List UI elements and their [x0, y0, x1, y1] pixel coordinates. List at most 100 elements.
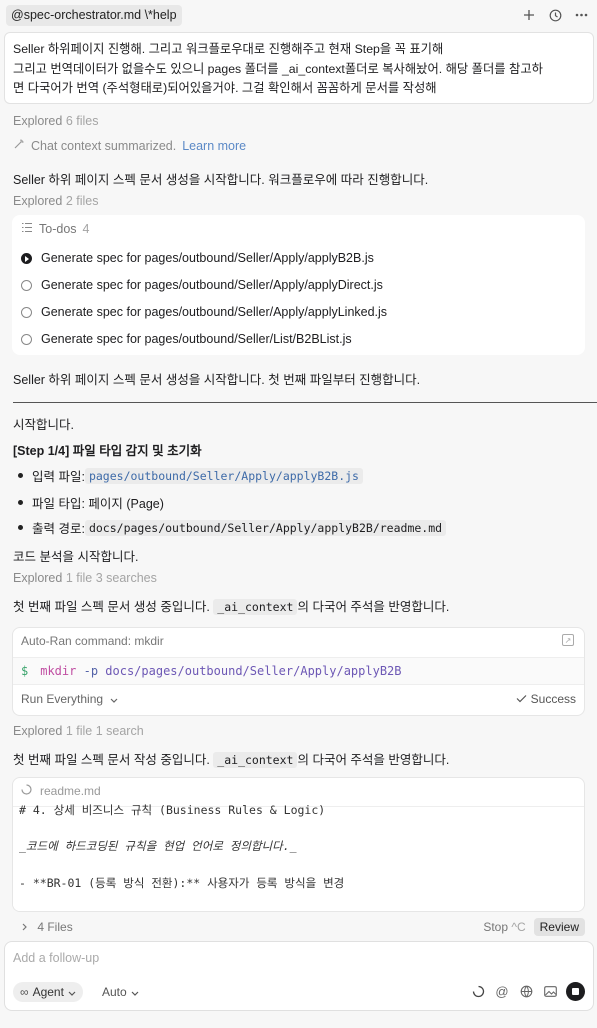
chat-tab-title[interactable]: @spec-orchestrator.md \*help	[6, 5, 182, 26]
todo-header[interactable]: To-dos 4	[21, 222, 89, 236]
inline-code: docs/pages/outbound/Seller/Apply/applyB2…	[84, 519, 447, 536]
message-text: 첫 번째 파일 스펙 문서 작성 중입니다.	[13, 753, 210, 767]
prompt-symbol: $	[21, 664, 29, 678]
inline-code: _ai_context	[213, 599, 298, 615]
explored-detail: 2 files	[65, 194, 99, 208]
stop-label: Stop	[483, 920, 508, 934]
globe-icon[interactable]	[518, 984, 534, 1000]
plus-icon[interactable]	[521, 6, 537, 24]
checklist-icon	[21, 222, 33, 236]
command-status: Success	[516, 692, 576, 706]
context-summary-notice: Chat context summarized. Learn more	[13, 138, 246, 153]
code-line: - **BR-01 (등록 방식 전환):** 사용자가 등록 방식을 변경	[19, 876, 345, 890]
assistant-message: 첫 번째 파일 스펙 문서 작성 중입니다. _ai_context 의 다국어 …	[13, 749, 449, 768]
command-line: $ mkdir -p docs/pages/outbound/Seller/Ap…	[13, 657, 584, 685]
step-heading: [Step 1/4] 파일 타입 감지 및 초기화	[13, 444, 202, 458]
loading-spinner-icon	[21, 784, 32, 798]
user-message-line: Seller 하위페이지 진행해. 그리고 워크플로우대로 진행해주고 현재 S…	[13, 42, 444, 56]
explored-summary[interactable]: Explored 2 files	[13, 194, 98, 208]
bullet-item: 출력 경로: docs/pages/outbound/Seller/Apply/…	[18, 518, 447, 537]
chevron-down-icon	[110, 692, 118, 706]
user-message-line: 그리고 번역데이터가 없을수도 있으니 pages 폴더를 _ai_contex…	[13, 61, 543, 76]
stop-shortcut: ^C	[511, 920, 526, 934]
agent-mode-selector[interactable]: ∞ Agent	[13, 982, 83, 1002]
user-message-line: 면 다국어가 번역 (주석형태로)되어있을거야. 그걸 확인해서 꼼꼼하게 문서…	[13, 81, 437, 95]
stop-generation-button[interactable]	[566, 982, 585, 1001]
explored-detail: 1 file 3 searches	[65, 571, 157, 585]
agent-label: Agent	[32, 985, 64, 999]
model-selector[interactable]: Auto	[102, 982, 139, 1002]
message-text: 첫 번째 파일 스펙 문서 생성 중입니다.	[13, 600, 210, 614]
todo-item[interactable]: Generate spec for pages/outbound/Seller/…	[21, 251, 374, 265]
run-mode-dropdown[interactable]: Run Everything	[21, 692, 118, 706]
todo-item[interactable]: Generate spec for pages/outbound/Seller/…	[21, 278, 383, 292]
todo-label: Generate spec for pages/outbound/Seller/…	[41, 251, 374, 265]
bullet-label: 출력 경로:	[32, 522, 85, 536]
explored-summary[interactable]: Explored 1 file 1 search	[13, 724, 144, 738]
files-toggle[interactable]: 4 Files	[22, 920, 73, 934]
mention-icon[interactable]: @	[494, 984, 510, 1000]
explored-detail: 1 file 1 search	[65, 724, 144, 738]
top-icons	[521, 6, 589, 24]
todo-title: To-dos	[39, 222, 77, 236]
chevron-right-icon	[22, 920, 31, 934]
bullet-item: 파일 타입: 페이지 (Page)	[18, 493, 164, 512]
open-external-icon[interactable]: ↗	[562, 634, 574, 646]
explored-summary[interactable]: Explored 6 files	[13, 114, 98, 128]
in-progress-icon	[21, 252, 32, 264]
inline-code: pages/outbound/Seller/Apply/applyB2B.js	[84, 467, 363, 484]
files-actions: Stop ^C Review	[483, 918, 585, 936]
command-path: docs/pages/outbound/Seller/Apply/applyB2…	[105, 664, 402, 678]
command-header: Auto-Ran command: mkdir	[21, 634, 164, 648]
divider	[13, 402, 597, 403]
bullet-label: 파일 타입: 페이지 (Page)	[32, 497, 164, 511]
pending-circle-icon	[21, 333, 32, 345]
bullet-label: 입력 파일:	[32, 470, 85, 484]
command-flag: -p	[83, 664, 99, 678]
status-strip	[0, 1019, 597, 1028]
explored-label: Explored	[13, 724, 63, 738]
check-icon	[516, 692, 530, 706]
message-text: 의 다국어 주석을 반영합니다.	[297, 600, 450, 614]
status-text: Success	[530, 692, 576, 706]
stop-button[interactable]: Stop ^C	[483, 920, 525, 934]
todo-item[interactable]: Generate spec for pages/outbound/Seller/…	[21, 305, 387, 319]
composer-actions: @	[470, 982, 585, 1001]
inline-code: _ai_context	[213, 752, 298, 768]
todo-item[interactable]: Generate spec for pages/outbound/Seller/…	[21, 332, 352, 346]
pending-circle-icon	[21, 306, 32, 318]
image-icon[interactable]	[542, 984, 558, 1000]
files-count: 4 Files	[37, 920, 73, 934]
file-header: readme.md	[21, 784, 101, 798]
file-preview: # 4. 상세 비즈니스 규칙 (Business Rules & Logic)…	[13, 803, 584, 911]
composer: Add a follow-up ∞ Agent Auto @	[4, 941, 594, 1011]
pending-circle-icon	[21, 279, 32, 291]
file-edit-card[interactable]: readme.md # 4. 상세 비즈니스 규칙 (Business Rule…	[12, 777, 585, 912]
explored-summary[interactable]: Explored 1 file 3 searches	[13, 571, 157, 585]
history-icon[interactable]	[547, 6, 563, 24]
learn-more-link[interactable]: Learn more	[182, 139, 246, 153]
files-bar: 4 Files Stop ^C Review	[12, 916, 585, 938]
command-name: mkdir	[40, 664, 77, 678]
run-mode-label: Run Everything	[21, 692, 104, 706]
assistant-message: 첫 번째 파일 스펙 문서 생성 중입니다. _ai_context 의 다국어 …	[13, 596, 449, 615]
follow-up-input[interactable]: Add a follow-up	[13, 951, 99, 965]
file-name: readme.md	[40, 784, 101, 798]
review-button[interactable]: Review	[533, 918, 585, 936]
message-text: 의 다국어 주석을 반영합니다.	[297, 753, 450, 767]
chevron-down-icon	[131, 985, 139, 999]
assistant-message: Seller 하위 페이지 스펙 문서 생성을 시작합니다. 워크플로우에 따라…	[13, 173, 429, 187]
chevron-down-icon	[68, 985, 76, 999]
user-message[interactable]: Seller 하위페이지 진행해. 그리고 워크플로우대로 진행해주고 현재 S…	[4, 32, 594, 104]
assistant-message: 코드 분석을 시작합니다.	[13, 550, 139, 564]
code-line: _코드에 하드코딩된 규칙을 현업 언어로 정의합니다._	[19, 839, 297, 853]
command-card: Auto-Ran command: mkdir ↗ $ mkdir -p doc…	[12, 627, 585, 716]
progress-ring-icon	[470, 984, 486, 1000]
todo-count: 4	[82, 222, 90, 236]
todo-card: To-dos 4 Generate spec for pages/outboun…	[12, 215, 585, 355]
top-bar: @spec-orchestrator.md \*help	[0, 0, 597, 32]
assistant-message: Seller 하위 페이지 스펙 문서 생성을 시작합니다. 첫 번째 파일부터…	[13, 373, 421, 387]
more-icon[interactable]	[573, 6, 589, 24]
infinity-icon: ∞	[20, 985, 29, 999]
todo-label: Generate spec for pages/outbound/Seller/…	[41, 305, 388, 319]
